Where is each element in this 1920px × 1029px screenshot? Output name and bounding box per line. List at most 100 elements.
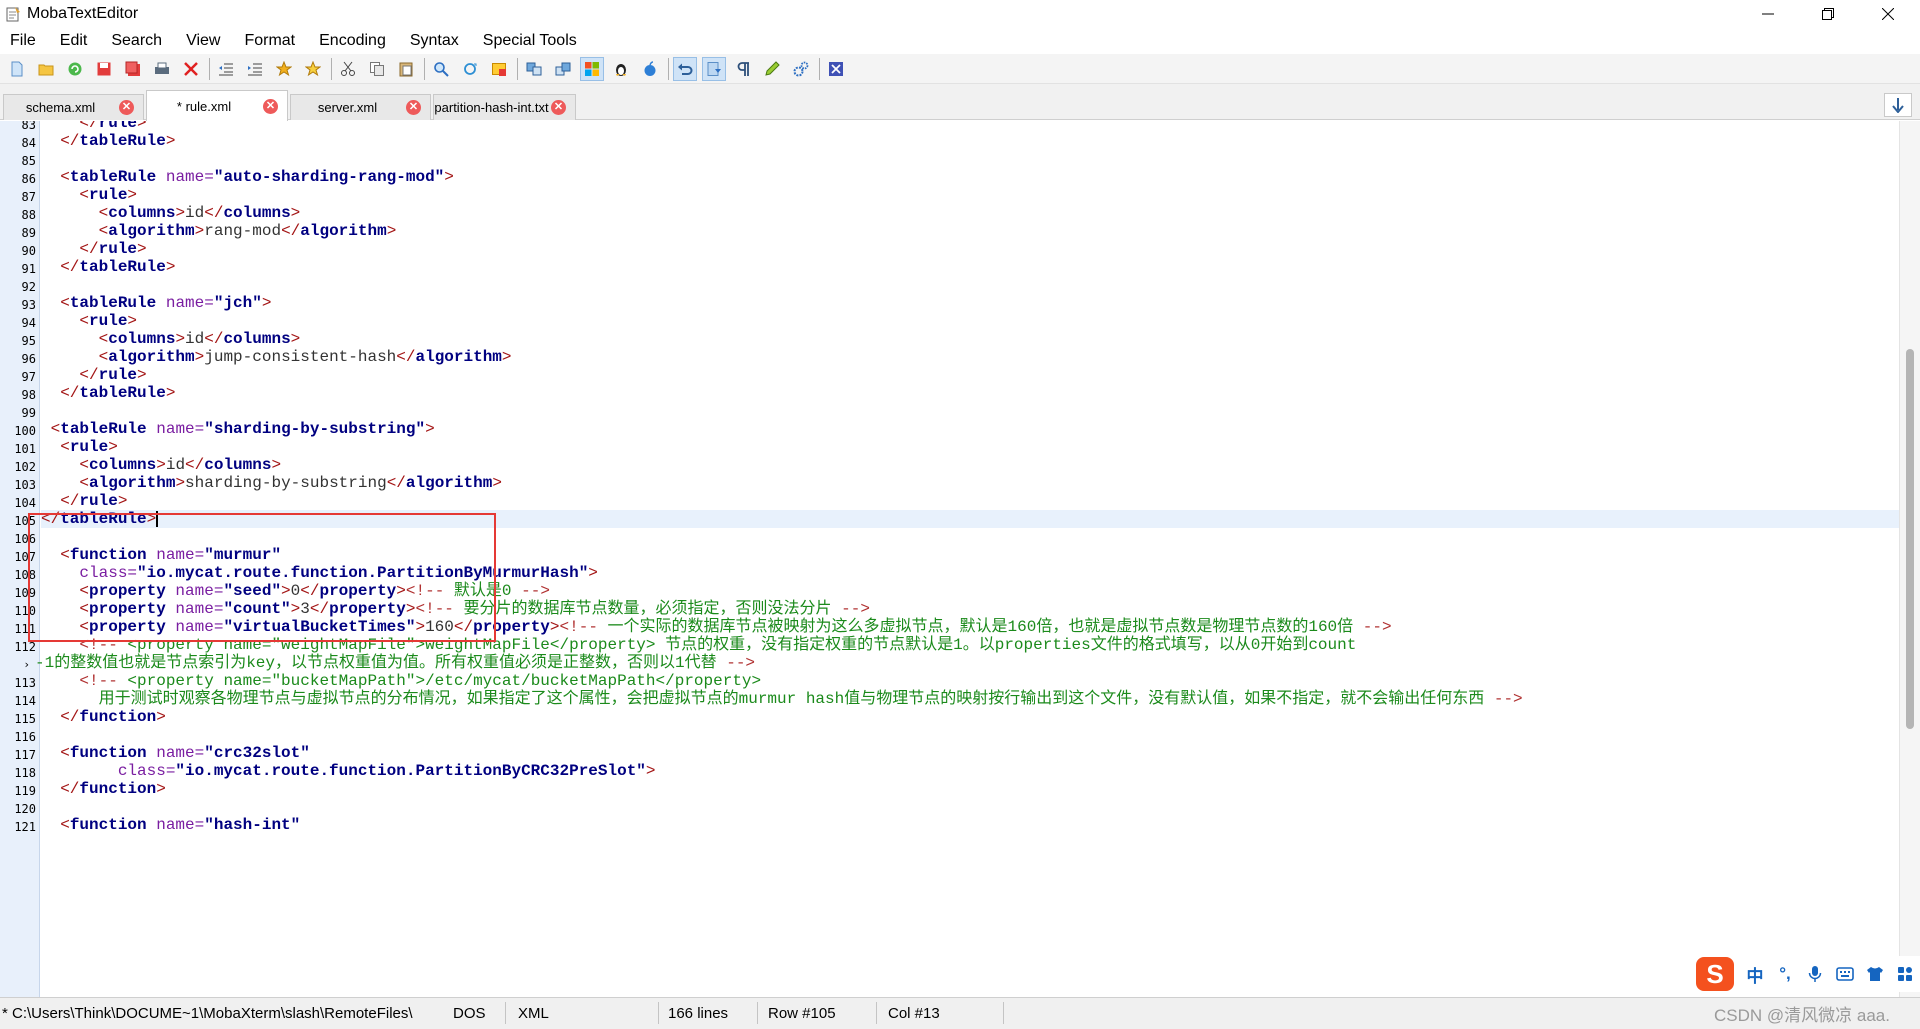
- code-line[interactable]: [41, 528, 1899, 546]
- tab-close-icon[interactable]: ✕: [119, 100, 134, 115]
- code-line[interactable]: </function>: [41, 780, 1899, 798]
- code-line[interactable]: 用于测试时观察各物理节点与虚拟节点的分布情况，如果指定了这个属性，会把虚拟节点的…: [41, 690, 1899, 708]
- code-line[interactable]: <rule>: [41, 186, 1899, 204]
- save-button[interactable]: [92, 57, 116, 81]
- menu-encoding[interactable]: Encoding: [307, 28, 398, 54]
- tab-close-icon[interactable]: ✕: [406, 100, 421, 115]
- sogou-logo-icon[interactable]: S: [1696, 957, 1734, 991]
- code-line[interactable]: <algorithm>rang-mod</algorithm>: [41, 222, 1899, 240]
- close-file-button[interactable]: [179, 57, 203, 81]
- code-line[interactable]: </tableRule>: [41, 258, 1899, 276]
- find-replace-button[interactable]: [458, 57, 482, 81]
- tab-close-icon[interactable]: ✕: [551, 100, 566, 115]
- indent-button[interactable]: [243, 57, 267, 81]
- code-token: property: [89, 600, 166, 618]
- exit-button[interactable]: [824, 57, 848, 81]
- code-line[interactable]: <!-- <property name="bucketMapPath">/etc…: [41, 672, 1899, 690]
- code-line[interactable]: </tableRule>: [41, 510, 1899, 528]
- tab-partition-hash-int-txt[interactable]: partition-hash-int.txt ✕: [433, 94, 576, 120]
- code-line[interactable]: <function name="murmur": [41, 546, 1899, 564]
- open-file-button[interactable]: [34, 57, 58, 81]
- code-line[interactable]: [41, 150, 1899, 168]
- close-button[interactable]: [1860, 0, 1916, 28]
- windows-format-button[interactable]: [580, 56, 604, 81]
- linux-format-button[interactable]: [609, 57, 633, 81]
- menu-file[interactable]: File: [0, 28, 48, 54]
- cut-button[interactable]: [336, 57, 360, 81]
- code-line[interactable]: <algorithm>sharding-by-substring</algori…: [41, 474, 1899, 492]
- code-line[interactable]: <property name="seed">0</property><!-- 默…: [41, 582, 1899, 600]
- restore-button[interactable]: [1800, 0, 1856, 28]
- menu-format[interactable]: Format: [232, 28, 307, 54]
- settings-button[interactable]: [789, 57, 813, 81]
- vertical-scrollbar[interactable]: [1899, 121, 1920, 997]
- tab-close-icon[interactable]: ✕: [263, 98, 278, 114]
- copy-button[interactable]: [365, 57, 389, 81]
- highlight-button[interactable]: [487, 57, 511, 81]
- ime-voice-button[interactable]: [1800, 959, 1830, 989]
- code-line[interactable]: [41, 402, 1899, 420]
- show-symbols-button[interactable]: [731, 57, 755, 81]
- code-line[interactable]: </rule>: [41, 492, 1899, 510]
- tab-rule-xml[interactable]: * rule.xml ✕: [146, 90, 288, 121]
- code-line[interactable]: <columns>id</columns>: [41, 330, 1899, 348]
- menu-view[interactable]: View: [174, 28, 232, 54]
- ime-keyboard-button[interactable]: [1830, 959, 1860, 989]
- code-area[interactable]: </rule> </tableRule> <tableRule name="au…: [35, 121, 1899, 997]
- code-line[interactable]: [41, 276, 1899, 294]
- minimize-button[interactable]: [1740, 0, 1796, 28]
- compare-right-button[interactable]: [551, 57, 575, 81]
- new-file-button[interactable]: [5, 57, 29, 81]
- reload-button[interactable]: [63, 57, 87, 81]
- code-line[interactable]: <tableRule name="auto-sharding-rang-mod"…: [41, 168, 1899, 186]
- code-line[interactable]: </rule>: [41, 121, 1899, 132]
- code-line[interactable]: </function>: [41, 708, 1899, 726]
- code-line[interactable]: <tableRule name="sharding-by-substring">: [41, 420, 1899, 438]
- code-line[interactable]: <rule>: [41, 438, 1899, 456]
- undo-button[interactable]: [673, 56, 697, 81]
- code-line[interactable]: <property name="count">3</property><!-- …: [41, 600, 1899, 618]
- menu-search[interactable]: Search: [99, 28, 174, 54]
- bookmark-next-button[interactable]: [301, 57, 325, 81]
- code-line[interactable]: class="io.mycat.route.function.Partition…: [41, 564, 1899, 582]
- code-line[interactable]: <tableRule name="jch">: [41, 294, 1899, 312]
- code-line[interactable]: </tableRule>: [41, 384, 1899, 402]
- tab-list-button[interactable]: [1884, 93, 1912, 117]
- code-line[interactable]: <function name="crc32slot": [41, 744, 1899, 762]
- code-line[interactable]: <!-- <property name="weightMapFile">weig…: [41, 636, 1899, 654]
- ime-skin-button[interactable]: [1860, 959, 1890, 989]
- ime-punctuation-toggle[interactable]: °,: [1770, 959, 1800, 989]
- code-line[interactable]: <rule>: [41, 312, 1899, 330]
- menu-special-tools[interactable]: Special Tools: [471, 28, 589, 54]
- compare-left-button[interactable]: [522, 57, 546, 81]
- mac-format-button[interactable]: [638, 57, 662, 81]
- code-editor[interactable]: 83 84 85 86 87 88 89 90 91 92 93 94 95 96 97 98 99 100 101…: [0, 121, 1920, 997]
- code-line[interactable]: </rule>: [41, 366, 1899, 384]
- menu-syntax[interactable]: Syntax: [398, 28, 471, 54]
- print-button[interactable]: [150, 57, 174, 81]
- code-line[interactable]: </tableRule>: [41, 132, 1899, 150]
- unindent-button[interactable]: [214, 57, 238, 81]
- scrollbar-thumb[interactable]: [1906, 349, 1914, 729]
- bookmark-button[interactable]: [272, 57, 296, 81]
- code-line[interactable]: <function name="hash-int": [41, 816, 1899, 834]
- code-line[interactable]: <property name="virtualBucketTimes">160<…: [41, 618, 1899, 636]
- code-line[interactable]: <columns>id</columns>: [41, 456, 1899, 474]
- code-line[interactable]: <algorithm>jump-consistent-hash</algorit…: [41, 348, 1899, 366]
- save-all-button[interactable]: [121, 57, 145, 81]
- code-line[interactable]: [41, 726, 1899, 744]
- code-line[interactable]: class="io.mycat.route.function.Partition…: [41, 762, 1899, 780]
- code-line[interactable]: <columns>id</columns>: [41, 204, 1899, 222]
- code-line[interactable]: </rule>: [41, 240, 1899, 258]
- code-line[interactable]: [41, 798, 1899, 816]
- find-button[interactable]: [429, 57, 453, 81]
- tab-server-xml[interactable]: server.xml ✕: [290, 94, 431, 120]
- word-wrap-button[interactable]: [702, 56, 726, 81]
- tab-schema-xml[interactable]: schema.xml ✕: [3, 94, 144, 120]
- paste-button[interactable]: [394, 57, 418, 81]
- ime-language-toggle[interactable]: 中: [1740, 959, 1770, 989]
- code-line[interactable]: -1的整数值也就是节点索引为key，以节点权重值为值。所有权重值必须是正整数，否…: [35, 654, 1893, 672]
- edit-pencil-button[interactable]: [760, 57, 784, 81]
- ime-menu-button[interactable]: [1890, 959, 1920, 989]
- menu-edit[interactable]: Edit: [48, 28, 100, 54]
